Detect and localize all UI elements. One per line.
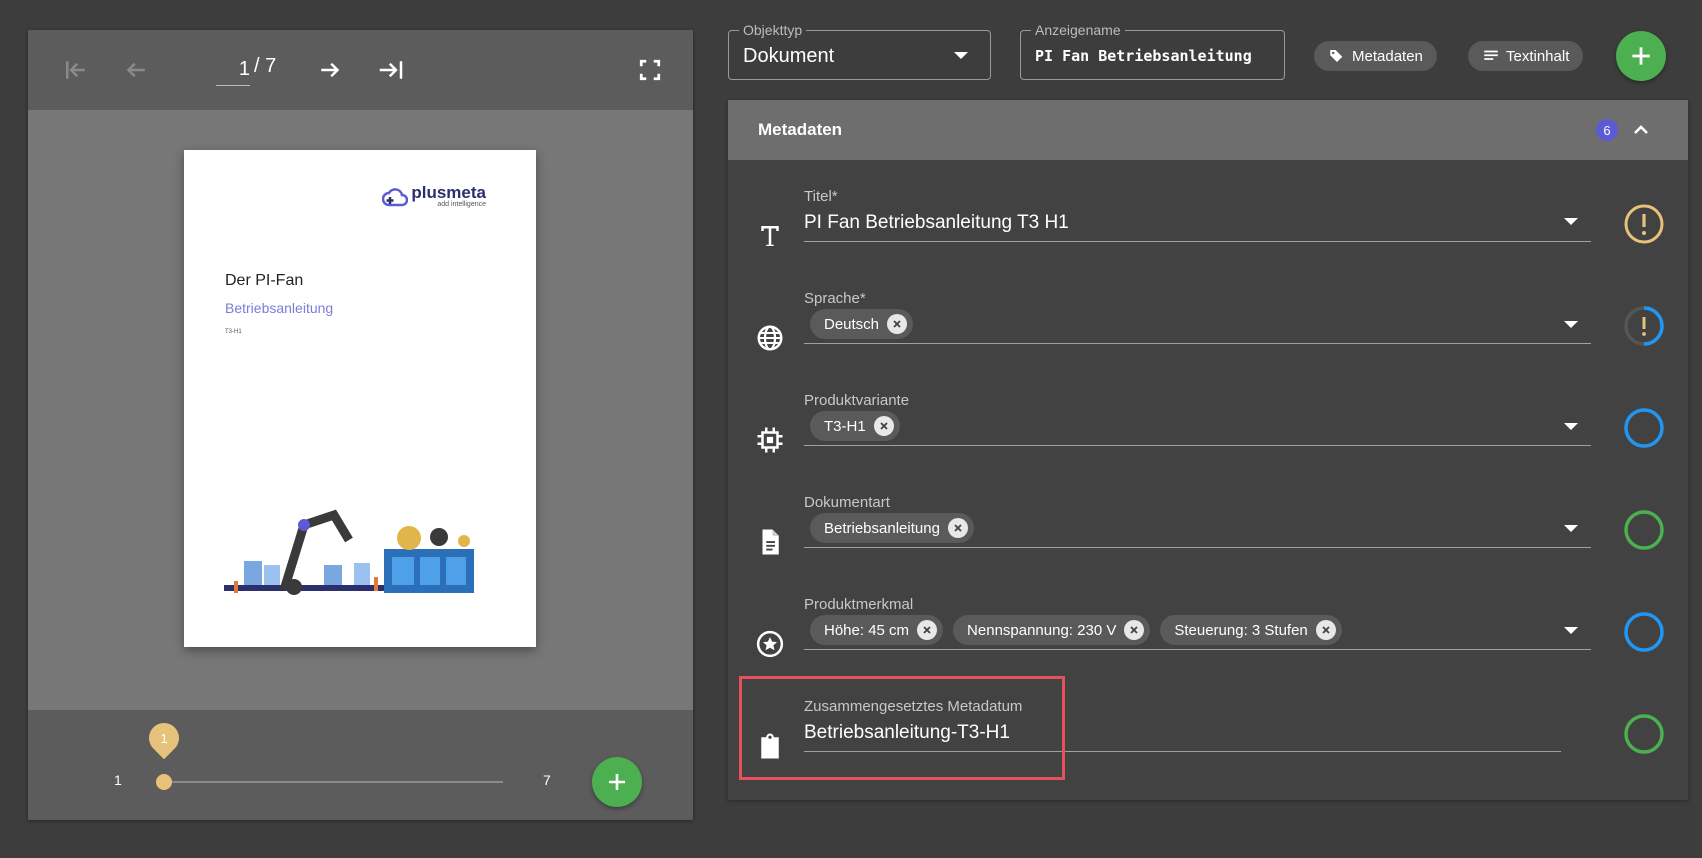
chip[interactable]: Deutsch [810,309,914,339]
slider-min-label: 1 [114,772,122,788]
document-subtitle: Betriebsanleitung [225,300,334,316]
close-icon[interactable] [917,620,938,640]
metadata-panel: Metadaten 6 Titel* PI Fan Betriebsanleit… [728,100,1688,800]
anzeigename-field[interactable]: Anzeigename PI Fan Betriebsanleitung [1020,22,1285,80]
document-variant: T3-H1 [225,329,242,335]
page-slider-track[interactable] [163,781,503,783]
star-icon [756,630,784,658]
dropdown-caret-icon[interactable] [1564,525,1578,532]
globe-icon [757,325,783,351]
produktmerkmal-chips: Höhe: 45 cm Nennspannung: 230 V Steuerun… [810,615,1342,645]
dropdown-caret-icon[interactable] [1564,627,1578,634]
close-icon[interactable] [1124,620,1145,640]
fullscreen-icon[interactable] [632,52,668,88]
page-number-input[interactable]: 1 [216,52,250,86]
document-page-preview[interactable]: plusmeta add intelligence Der PI-Fan Bet… [184,150,536,647]
plusmeta-logo: plusmeta add intelligence [382,184,486,208]
clipboard-icon [761,733,779,759]
chip[interactable]: Nennspannung: 230 V [953,615,1151,645]
dropdown-caret-icon[interactable] [1564,321,1578,328]
dropdown-caret-icon[interactable] [1564,423,1578,430]
chip[interactable]: Höhe: 45 cm [810,615,944,645]
metadata-count-badge: 6 [1596,119,1618,141]
add-button[interactable] [1616,31,1666,81]
field-produktmerkmal: Produktmerkmal Höhe: 45 cm Nennspannung:… [728,588,1688,688]
plus-icon [609,774,625,790]
chip-icon [757,427,783,453]
close-icon[interactable] [947,518,968,538]
factory-illustration [224,509,474,595]
page-total: / 7 [254,55,277,77]
field-dokumentart: Dokumentart Betriebsanleitung [728,486,1688,586]
add-page-button[interactable] [592,757,642,807]
dropdown-caret-icon[interactable] [1564,218,1578,225]
sprache-chips: Deutsch [810,309,914,339]
plus-icon [1632,47,1650,65]
slider-value-bubble: 1 [142,716,186,760]
next-page-icon[interactable] [312,52,348,88]
last-page-icon[interactable] [373,52,409,88]
previous-page-icon[interactable] [118,52,154,88]
zusammengesetztes-metadatum-value: Betriebsanleitung-T3-H1 [804,722,1010,743]
close-icon[interactable] [887,314,908,334]
field-titel: Titel* PI Fan Betriebsanleitung T3 H1 [728,180,1688,280]
metadata-panel-header[interactable]: Metadaten 6 [728,100,1688,160]
field-sprache: Sprache* Deutsch [728,282,1688,382]
field-zusammengesetztes-metadatum: Zusammengesetztes Metadatum Betriebsanle… [728,690,1688,790]
green-ring-status-icon [1624,714,1664,754]
chip[interactable]: Betriebsanleitung [810,513,974,543]
viewer-toolbar: 1 / 7 [28,30,693,110]
text-lines-icon [1484,50,1498,60]
titel-input[interactable]: PI Fan Betriebsanleitung T3 H1 [804,212,1069,234]
document-viewer: 1 / 7 plusmeta add intelligence Der PI-F… [28,30,693,820]
chip[interactable]: T3-H1 [810,411,900,441]
dropdown-caret-icon [954,52,968,59]
close-icon[interactable] [1315,620,1336,640]
text-icon [761,226,779,246]
textinhalt-button[interactable]: Textinhalt [1468,41,1584,71]
panel-title: Metadaten [758,120,843,139]
blue-ring-status-icon [1624,612,1664,652]
close-icon[interactable] [873,416,894,436]
slider-max-label: 7 [543,772,551,788]
field-produktvariante: Produktvariante T3-H1 [728,384,1688,484]
document-icon [762,529,779,555]
metadaten-button[interactable]: Metadaten [1314,41,1437,71]
warning-status-icon [1624,204,1664,244]
page-slider-bar: 1 1 7 [28,710,693,820]
green-ring-status-icon [1624,510,1664,550]
dokumentart-chips: Betriebsanleitung [810,513,974,543]
chevron-up-icon[interactable] [1629,118,1653,142]
chip[interactable]: Steuerung: 3 Stufen [1160,615,1342,645]
progress-status-icon [1624,306,1664,346]
blue-ring-status-icon [1624,408,1664,448]
objekttyp-select[interactable]: Objekttyp Dokument [728,22,991,80]
document-title: Der PI-Fan [225,272,304,289]
page-slider-thumb[interactable] [156,774,172,790]
cloud-icon [382,187,409,206]
tag-icon [1330,50,1343,62]
produktvariante-chips: T3-H1 [810,411,900,441]
first-page-icon[interactable] [58,52,94,88]
page-canvas: plusmeta add intelligence Der PI-Fan Bet… [28,110,693,710]
